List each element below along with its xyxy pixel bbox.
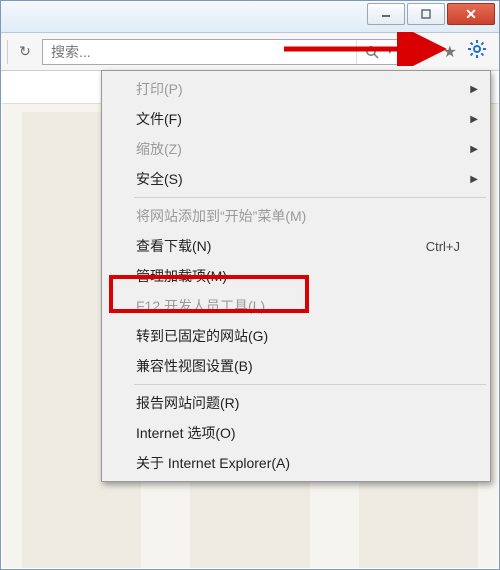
- menu-label: 将网站添加到“开始”菜单(M): [136, 206, 460, 226]
- menu-label: 报告网站问题(R): [136, 393, 460, 413]
- menu-label: 缩放(Z): [136, 139, 460, 159]
- search-box: ▾: [42, 39, 403, 65]
- menu-item-compat-view[interactable]: 兼容性视图设置(B): [104, 351, 488, 381]
- star-icon: ★: [443, 44, 457, 61]
- menu-label: F12 开发人员工具(L): [136, 296, 460, 316]
- browser-window: ✕ ↻ ▾ ★: [0, 0, 500, 570]
- search-button[interactable]: [356, 40, 388, 64]
- menu-item-zoom[interactable]: 缩放(Z) ▶: [104, 134, 488, 164]
- separator: [7, 40, 8, 64]
- search-icon: [365, 45, 379, 59]
- refresh-icon: ↻: [19, 43, 31, 60]
- home-button[interactable]: [415, 41, 433, 62]
- titlebar: ✕: [1, 1, 499, 33]
- tools-button[interactable]: [467, 39, 487, 65]
- menu-label: 管理加载项(M): [136, 266, 460, 286]
- refresh-button[interactable]: ↻: [14, 41, 36, 63]
- submenu-arrow-icon: ▶: [470, 114, 478, 125]
- submenu-arrow-icon: ▶: [470, 144, 478, 155]
- menu-item-safety[interactable]: 安全(S) ▶: [104, 164, 488, 194]
- tools-menu: 打印(P) ▶ 文件(F) ▶ 缩放(Z) ▶ 安全(S) ▶ 将网站添加到“开…: [101, 70, 491, 482]
- submenu-arrow-icon: ▶: [470, 84, 478, 95]
- menu-item-print[interactable]: 打印(P) ▶: [104, 74, 488, 104]
- menu-label: Internet 选项(O): [136, 423, 460, 443]
- toolbar: ↻ ▾ ★: [1, 33, 499, 71]
- gear-icon: [467, 39, 487, 59]
- menu-item-manage-addons[interactable]: 管理加载项(M): [104, 261, 488, 291]
- maximize-button[interactable]: [407, 3, 445, 25]
- menu-label: 安全(S): [136, 169, 460, 189]
- close-button[interactable]: ✕: [447, 3, 495, 25]
- menu-label: 查看下载(N): [136, 236, 426, 256]
- home-icon: [415, 41, 433, 57]
- menu-item-file[interactable]: 文件(F) ▶: [104, 104, 488, 134]
- close-icon: ✕: [465, 6, 477, 23]
- favorites-button[interactable]: ★: [443, 42, 457, 62]
- menu-item-f12-tools[interactable]: F12 开发人员工具(L): [104, 291, 488, 321]
- menu-label: 打印(P): [136, 79, 460, 99]
- menu-label: 关于 Internet Explorer(A): [136, 453, 460, 473]
- search-input[interactable]: [43, 40, 356, 64]
- toolbar-icons: ★: [409, 39, 493, 65]
- menu-label: 兼容性视图设置(B): [136, 356, 460, 376]
- menu-item-about-ie[interactable]: 关于 Internet Explorer(A): [104, 448, 488, 478]
- menu-separator: [134, 384, 486, 385]
- menu-shortcut: Ctrl+J: [426, 239, 460, 254]
- minimize-icon: [381, 9, 391, 19]
- menu-label: 文件(F): [136, 109, 460, 129]
- menu-item-view-downloads[interactable]: 查看下载(N) Ctrl+J: [104, 231, 488, 261]
- menu-item-add-to-start[interactable]: 将网站添加到“开始”菜单(M): [104, 201, 488, 231]
- maximize-icon: [421, 9, 431, 19]
- menu-item-pinned-sites[interactable]: 转到已固定的网站(G): [104, 321, 488, 351]
- search-dropdown[interactable]: ▾: [388, 46, 402, 57]
- menu-label: 转到已固定的网站(G): [136, 326, 460, 346]
- menu-item-internet-options[interactable]: Internet 选项(O): [104, 418, 488, 448]
- menu-item-report-problem[interactable]: 报告网站问题(R): [104, 388, 488, 418]
- menu-separator: [134, 197, 486, 198]
- submenu-arrow-icon: ▶: [470, 174, 478, 185]
- minimize-button[interactable]: [367, 3, 405, 25]
